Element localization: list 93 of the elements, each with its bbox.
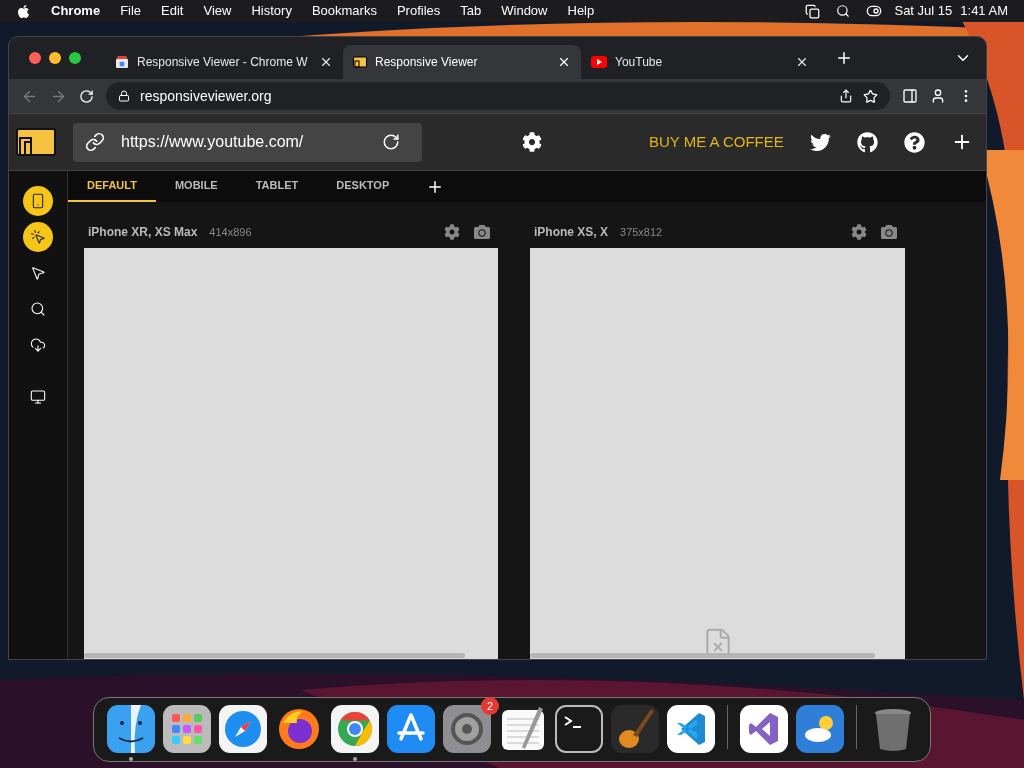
menu-item[interactable]: Edit <box>161 1 184 21</box>
github-icon[interactable] <box>856 131 878 153</box>
menu-item[interactable]: Bookmarks <box>311 1 377 21</box>
pointer-icon <box>30 265 46 281</box>
tool-button[interactable] <box>23 186 53 216</box>
view-tab[interactable]: TABLET <box>236 171 318 202</box>
app-logo <box>16 128 56 156</box>
menu-date: Sat Jul 15 <box>894 2 953 21</box>
help-icon[interactable] <box>903 131 925 153</box>
dock-app[interactable] <box>387 705 435 753</box>
view-tab[interactable]: DESKTOP <box>317 171 409 202</box>
camera-icon[interactable] <box>881 224 897 240</box>
view-tab[interactable]: MOBILE <box>155 171 237 202</box>
close-icon[interactable] <box>795 55 809 69</box>
url-field[interactable]: https://www.youtube.com/ <box>73 122 422 162</box>
menu-item[interactable]: Tab <box>460 1 482 21</box>
guitar-icon <box>611 705 659 753</box>
reload-icon[interactable] <box>79 88 94 104</box>
share-icon[interactable] <box>839 89 853 103</box>
camera-icon[interactable] <box>474 224 490 240</box>
browser-tab[interactable]: Responsive Viewer <box>343 45 581 79</box>
notepad-icon <box>499 705 547 753</box>
side-panel-icon[interactable] <box>902 88 918 104</box>
play-icon <box>591 56 607 68</box>
monitor-icon <box>30 389 46 405</box>
dock-app[interactable] <box>740 705 788 753</box>
menu-time: 1:41 AM <box>960 2 1008 21</box>
dock-app[interactable] <box>611 705 659 753</box>
browser-tab[interactable]: Responsive Viewer - Chrome W <box>105 45 343 79</box>
launchpad-icon <box>163 705 211 753</box>
browser-tab[interactable]: YouTube <box>581 45 819 79</box>
menu-item[interactable]: Window <box>501 1 548 21</box>
screen-mirroring-icon[interactable] <box>805 3 821 19</box>
lock-icon <box>118 90 130 102</box>
pointer-click-icon <box>30 229 46 245</box>
url-text: https://www.youtube.com/ <box>121 132 305 152</box>
compass-icon <box>219 705 267 753</box>
menu-item[interactable]: File <box>120 1 142 21</box>
settings-icon[interactable] <box>522 132 542 152</box>
dock-app[interactable] <box>499 705 547 753</box>
address-bar[interactable]: responsiveviewer.org <box>106 82 890 110</box>
control-center-icon[interactable] <box>866 3 883 19</box>
weather-icon <box>796 705 844 753</box>
notification-badge: 2 <box>481 697 499 715</box>
terminal-icon <box>555 705 603 753</box>
device-name: iPhone XR, XS Max <box>88 224 198 241</box>
dock-app[interactable] <box>107 705 155 753</box>
infinity-icon <box>740 705 788 753</box>
tab-title: Responsive Viewer <box>375 54 479 71</box>
menu-item[interactable]: History <box>251 1 292 21</box>
dock-app[interactable] <box>331 705 379 753</box>
search-icon[interactable] <box>836 4 851 18</box>
buy-coffee-link[interactable]: BUY ME A COFFEE <box>649 130 784 154</box>
dock-app[interactable] <box>555 705 603 753</box>
dock-app[interactable] <box>667 705 715 753</box>
code-editor-icon <box>667 705 715 753</box>
address-text: responsiveviewer.org <box>140 86 273 106</box>
tool-button[interactable] <box>23 222 53 252</box>
device-name: iPhone XS, X <box>534 224 608 241</box>
store-icon <box>115 55 129 69</box>
viewer-logo-icon <box>353 56 367 68</box>
menu-item[interactable]: View <box>203 1 232 21</box>
dock-app[interactable] <box>219 705 267 753</box>
tab-title: YouTube <box>615 54 664 71</box>
cloud-download-icon <box>30 337 46 353</box>
profile-icon[interactable] <box>930 88 946 104</box>
link-icon <box>85 132 105 152</box>
reload-icon[interactable] <box>382 133 400 151</box>
tab-title: Responsive Viewer - Chrome W <box>137 54 309 71</box>
close-icon[interactable] <box>557 55 571 69</box>
horizontal-scrollbar[interactable] <box>84 653 465 658</box>
menu-app-name[interactable]: Chrome <box>51 1 101 21</box>
menu-item[interactable]: Profiles <box>396 1 441 21</box>
horizontal-scrollbar[interactable] <box>530 653 875 658</box>
dock-app[interactable] <box>796 705 844 753</box>
finder-icon <box>107 705 155 753</box>
device-size: 375x812 <box>620 224 664 240</box>
phone-icon <box>30 193 46 209</box>
search-icon <box>30 301 46 317</box>
dock-app[interactable] <box>163 705 211 753</box>
menu-item[interactable]: Help <box>567 1 595 21</box>
star-icon[interactable] <box>863 88 878 104</box>
twitter-icon[interactable] <box>809 131 831 153</box>
device-size: 414x896 <box>209 224 253 240</box>
close-icon[interactable] <box>319 55 333 69</box>
chrome-logo-icon <box>331 705 379 753</box>
apple-icon[interactable] <box>16 3 31 19</box>
close-window-button[interactable] <box>29 52 41 64</box>
minimize-window-button[interactable] <box>49 52 61 64</box>
zoom-window-button[interactable] <box>69 52 81 64</box>
app-store-icon <box>387 705 435 753</box>
new-tab-icon[interactable] <box>835 49 853 67</box>
view-tab[interactable]: DEFAULT <box>68 171 156 202</box>
